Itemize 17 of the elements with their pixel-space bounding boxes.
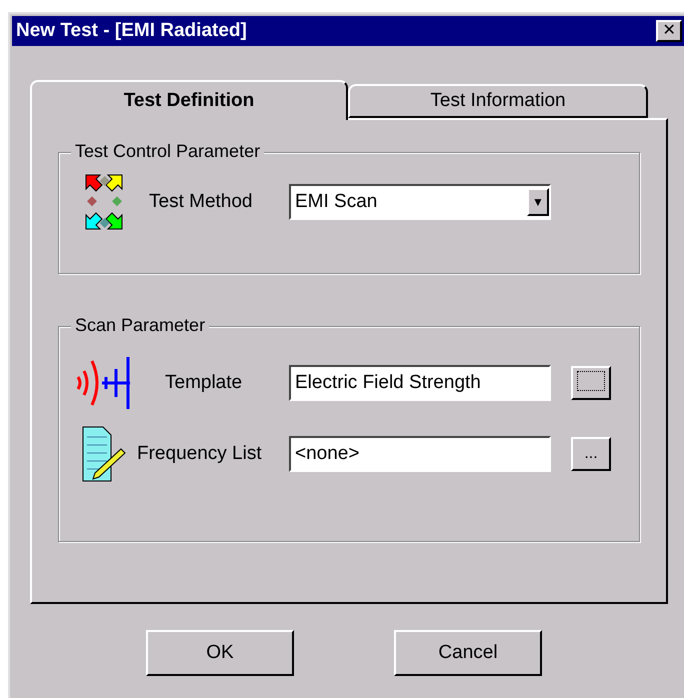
close-button[interactable]: ✕ (656, 20, 682, 42)
browse-button[interactable] (571, 366, 611, 400)
field-label: Test Method (148, 191, 254, 213)
field-label: Frequency List (137, 443, 263, 465)
browse-button[interactable]: ... (571, 437, 611, 471)
field-label: Template (164, 372, 244, 394)
dropdown[interactable]: EMI Scan ▼ (289, 184, 551, 220)
document-pencil-icon (81, 425, 127, 483)
dialog-button[interactable]: Cancel (394, 630, 542, 676)
arrows-icon (84, 173, 124, 231)
tab[interactable]: Test Definition (30, 80, 348, 120)
tab[interactable]: Test Information (348, 84, 648, 118)
input-field[interactable]: Electric Field Strength (289, 365, 551, 401)
antenna-signal-icon (76, 355, 132, 411)
window-title: New Test - [EMI Radiated] (16, 20, 247, 42)
dialog-button[interactable]: OK (146, 630, 294, 676)
input-field[interactable]: <none> (289, 436, 551, 472)
